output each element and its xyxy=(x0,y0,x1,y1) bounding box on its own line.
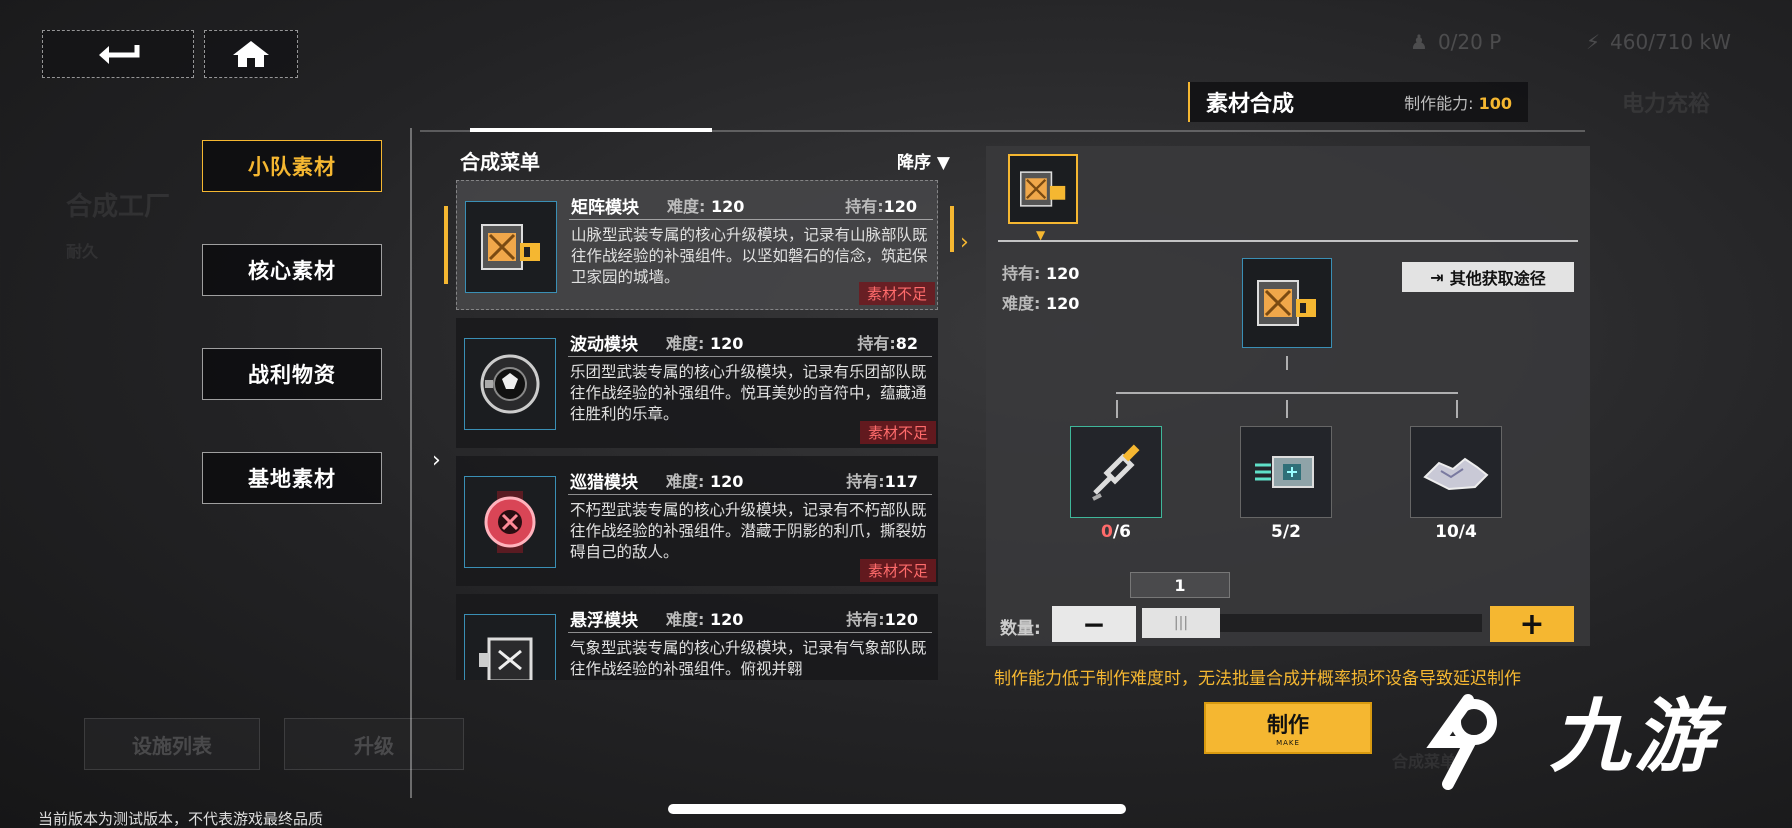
craft-capability: 制作能力: 100 xyxy=(1404,94,1512,113)
make-button[interactable]: 制作 MAKE xyxy=(1204,702,1372,754)
top-divider-highlight xyxy=(470,128,712,132)
sort-toggle[interactable]: 降序 ▼ xyxy=(897,148,950,173)
ingredient-count: 5/2 xyxy=(1271,522,1301,542)
home-button[interactable] xyxy=(204,30,298,78)
quantity-decrease-button[interactable]: − xyxy=(1052,606,1136,642)
matrix-module-icon xyxy=(465,201,557,293)
exit-door-icon: ⇥ xyxy=(1430,267,1444,287)
matrix-module-icon xyxy=(1019,171,1066,207)
recipe-name: 矩阵模块 xyxy=(571,198,639,218)
recipe-owned: 持有:120 xyxy=(846,610,918,629)
left-divider xyxy=(410,128,412,798)
detail-difficulty: 难度: 120 xyxy=(1002,294,1080,313)
quantity-label: 数量: xyxy=(1000,619,1041,639)
ingredient-count: 0/6 xyxy=(1101,522,1131,542)
minus-icon: − xyxy=(1082,607,1106,641)
other-sources-button[interactable]: ⇥ 其他获取途径 xyxy=(1402,262,1574,292)
version-disclaimer: 当前版本为测试版本，不代表游戏最终品质 xyxy=(38,810,324,828)
ingredient-slot[interactable] xyxy=(1070,426,1162,518)
craft-title-bar: 素材合成 制作能力: 100 xyxy=(1188,82,1528,122)
selected-item-thumbnail[interactable] xyxy=(1008,154,1078,224)
recipe-separator xyxy=(569,219,933,220)
caret-down-icon: ▼ xyxy=(936,153,950,173)
syringe-gun-icon xyxy=(1092,444,1140,501)
back-arrow-icon xyxy=(99,45,140,64)
recipe-name: 巡猎模块 xyxy=(570,473,638,493)
ingredient-slot[interactable] xyxy=(1410,426,1502,518)
recipe-separator xyxy=(568,356,932,357)
home-indicator[interactable] xyxy=(668,804,1126,814)
matrix-module-icon xyxy=(1257,280,1316,326)
nine-game-logo-icon xyxy=(1426,694,1497,791)
tree-connector xyxy=(1116,400,1118,418)
quantity-increase-button[interactable]: + xyxy=(1490,606,1574,642)
detail-owned: 持有: 120 xyxy=(1002,264,1080,283)
recipe-separator xyxy=(568,632,932,633)
expand-left-chevron-icon[interactable]: › xyxy=(432,448,441,473)
page-title: 素材合成 xyxy=(1206,92,1295,117)
recipe-separator xyxy=(568,494,932,495)
tree-connector xyxy=(1286,400,1288,418)
insufficient-badge: 素材不足 xyxy=(859,559,936,582)
lightning-icon: ⚡ xyxy=(1586,30,1601,54)
insufficient-badge: 素材不足 xyxy=(858,282,935,305)
back-button[interactable] xyxy=(42,30,194,78)
insufficient-badge: 素材不足 xyxy=(859,421,936,444)
quantity-value: 1 xyxy=(1130,572,1230,598)
quantity-slider-handle[interactable]: ||| xyxy=(1142,608,1220,638)
selected-indicator-right xyxy=(950,206,954,252)
bg-facility-list-button: 设施列表 xyxy=(84,718,260,770)
bg-factory-title: 合成工厂 xyxy=(66,192,171,222)
tree-connector xyxy=(1116,392,1458,394)
watermark-logo: 九游 xyxy=(1408,672,1718,792)
recipe-difficulty: 难度: 120 xyxy=(667,197,745,216)
wave-module-icon xyxy=(464,338,556,430)
recipe-item[interactable]: 悬浮模块 难度: 120 持有:120 气象型武装专属的核心升级模块，记录有气象… xyxy=(456,594,938,680)
grip-icon: ||| xyxy=(1173,615,1189,631)
hunt-module-icon xyxy=(464,476,556,568)
bg-upgrade-button: 升级 xyxy=(284,718,464,770)
bg-power-status: 电力充裕 xyxy=(1622,92,1711,117)
recipe-description: 不朽型武装专属的核心升级模块，记录有不朽部队既往作战经验的补强组件。潜藏于阴影的… xyxy=(570,501,927,561)
category-loot-supplies[interactable]: 战利物资 xyxy=(202,348,382,400)
recipe-item[interactable]: 矩阵模块 难度: 120 持有:120 山脉型武装专属的核心升级模块，记录有山脉… xyxy=(456,180,938,310)
category-squad-materials[interactable]: 小队素材 xyxy=(202,140,382,192)
recipe-list-title: 合成菜单 xyxy=(460,150,540,174)
recipe-owned: 持有:120 xyxy=(845,197,917,216)
person-icon: ♟ xyxy=(1410,30,1428,54)
tree-connector xyxy=(1286,356,1288,370)
recipe-item[interactable]: 波动模块 难度: 120 持有:82 乐团型武装专属的核心升级模块，记录有乐团部… xyxy=(456,318,938,448)
selected-indicator xyxy=(444,206,448,284)
category-base-materials[interactable]: 基地素材 xyxy=(202,452,382,504)
craft-target-item xyxy=(1242,258,1332,348)
tree-connector xyxy=(1456,400,1458,418)
population-status: ♟ 0/20 P xyxy=(1410,30,1502,54)
recipe-owned: 持有:82 xyxy=(857,334,918,353)
recipe-name: 悬浮模块 xyxy=(570,611,638,631)
bg-durability-label: 耐久 xyxy=(66,242,99,261)
recipe-item[interactable]: 巡猎模块 难度: 120 持有:117 不朽型武装专属的核心升级模块，记录有不朽… xyxy=(456,456,938,586)
float-module-icon xyxy=(464,614,556,680)
recipe-name: 波动模块 xyxy=(570,335,638,355)
metal-fragment-icon xyxy=(1423,457,1489,491)
ingredient-count: 10/4 xyxy=(1435,522,1477,542)
home-icon xyxy=(233,41,269,67)
plus-icon: + xyxy=(1519,606,1545,642)
selected-chevron-right-icon: › xyxy=(960,230,969,255)
recipe-description: 气象型武装专属的核心升级模块，记录有气象部队既往作战经验的补强组件。俯视并翱 xyxy=(570,639,927,678)
recipe-difficulty: 难度: 120 xyxy=(666,610,744,629)
power-status: ⚡ 460/710 kW xyxy=(1586,30,1731,54)
panel-divider xyxy=(998,240,1578,242)
recipe-list-header: 合成菜单 降序 ▼ xyxy=(460,146,950,175)
category-core-materials[interactable]: 核心素材 xyxy=(202,244,382,296)
recipe-difficulty: 难度: 120 xyxy=(666,472,744,491)
recipe-difficulty: 难度: 120 xyxy=(666,334,744,353)
ingredient-slot[interactable] xyxy=(1240,426,1332,518)
recipe-owned: 持有:117 xyxy=(846,472,918,491)
circuit-chip-icon xyxy=(1255,456,1314,488)
recipe-description: 山脉型武装专属的核心升级模块，记录有山脉部队既往作战经验的补强组件。以坚如磐石的… xyxy=(571,226,928,286)
recipe-description: 乐团型武装专属的核心升级模块，记录有乐团部队既往作战经验的补强组件。悦耳美妙的音… xyxy=(570,363,927,423)
